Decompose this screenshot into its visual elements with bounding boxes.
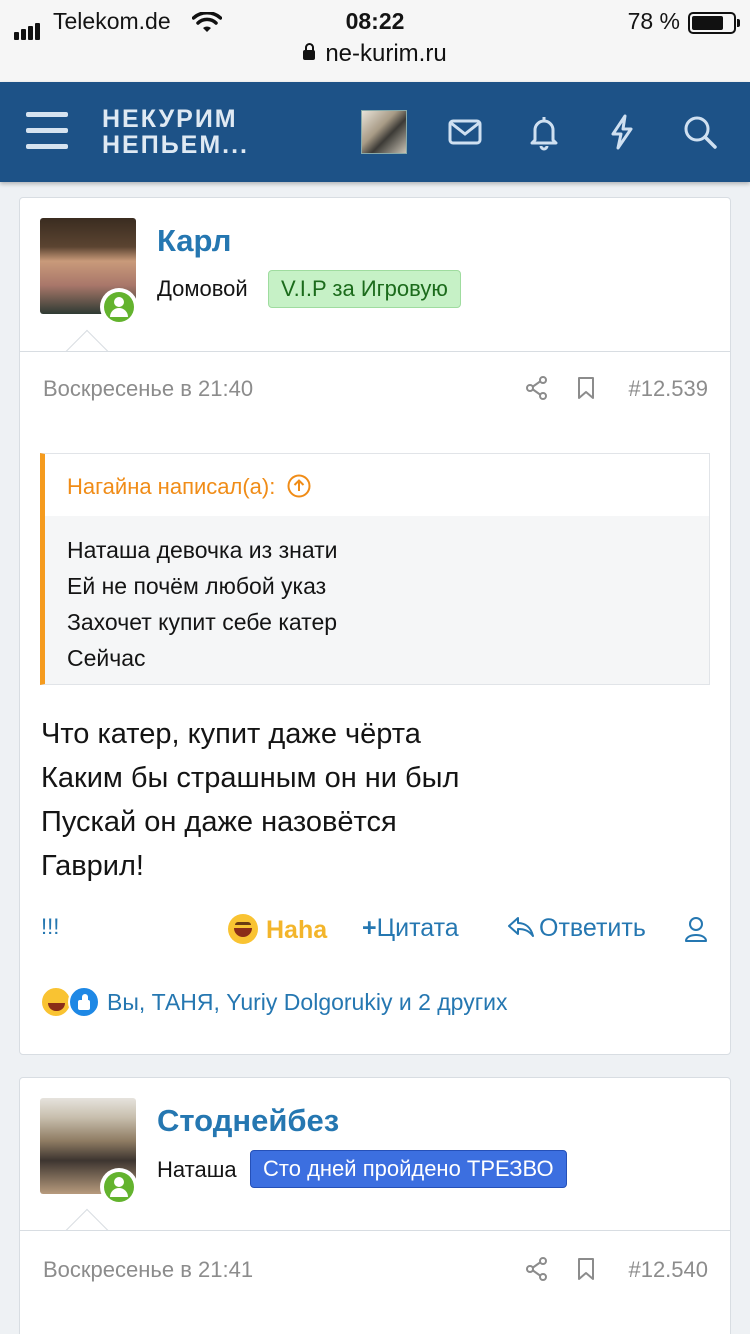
envelope-icon[interactable]: [445, 112, 485, 152]
quote-block: Нагайна написал(а): Наташа девочка из зн…: [40, 453, 710, 685]
post-message: Что катер, купит даже чёрта Каким бы стр…: [41, 712, 459, 888]
bell-icon[interactable]: [524, 112, 564, 152]
user-icon[interactable]: [684, 916, 708, 942]
quote-author[interactable]: Нагайна написал(а):: [67, 474, 311, 500]
post: Карл Домовой V.I.P за Игровую Воскресень…: [19, 197, 731, 1055]
reply-label: Ответить: [539, 914, 646, 942]
search-icon[interactable]: [680, 112, 720, 152]
arrow-up-circle-icon[interactable]: [287, 474, 311, 498]
message-line: Что катер, купит даже чёрта: [41, 718, 421, 750]
quote-line: Ей не почём любой указ: [67, 573, 327, 599]
quote-line: Захочет купит себе катер: [67, 609, 338, 635]
avatar[interactable]: [40, 218, 138, 326]
username[interactable]: Карл: [157, 223, 231, 259]
bookmark-icon[interactable]: [573, 1256, 599, 1282]
reaction-button[interactable]: Haha: [228, 914, 327, 945]
quote-line: Сейчас: [67, 645, 146, 671]
user-title: Наташа: [157, 1157, 237, 1182]
username[interactable]: Стоднейбез: [157, 1103, 339, 1139]
bolt-icon[interactable]: [602, 112, 642, 152]
logo-line-1: НЕКУРИМ: [102, 105, 238, 133]
plus-icon: +: [362, 914, 377, 942]
quote-button[interactable]: +Цитата: [362, 914, 459, 943]
battery-icon: [688, 12, 740, 34]
post-date[interactable]: Воскресенье в 21:41: [43, 1257, 253, 1283]
share-icon[interactable]: [524, 1256, 550, 1282]
reply-button[interactable]: Ответить: [507, 914, 646, 943]
user-banner: V.I.P за Игровую: [268, 270, 461, 308]
reactions-summary[interactable]: Вы, ТАНЯ, Yuriy Dolgorukiy и 2 других: [107, 989, 507, 1016]
battery-percent: 78 %: [627, 8, 680, 34]
post-number[interactable]: #12.539: [628, 376, 708, 402]
logo-line-2: НЕПЬЕМ...: [102, 131, 250, 159]
menu-icon[interactable]: [26, 112, 68, 150]
user-banner: Сто дней пройдено ТРЕЗВО: [250, 1150, 567, 1188]
user-title: Домовой: [157, 276, 248, 301]
online-status-icon: [100, 1168, 138, 1206]
quote-body: Наташа девочка из знати Ей не почём любо…: [67, 532, 338, 676]
message-line: Пускай он даже назовётся: [41, 806, 397, 838]
quote-author-text: Нагайна написал(а):: [67, 474, 276, 499]
avatar[interactable]: [40, 1098, 138, 1206]
haha-emoji-icon: [228, 914, 258, 944]
reply-icon: [508, 917, 534, 937]
post-actions: !!! Haha +Цитата Ответить: [20, 910, 730, 950]
user-avatar[interactable]: [361, 110, 407, 154]
message-line: Гаврил!: [41, 850, 144, 882]
quote-line: Наташа девочка из знати: [67, 537, 338, 563]
share-icon[interactable]: [524, 375, 550, 401]
url-bar[interactable]: ne-kurim.ru: [0, 40, 750, 68]
like-reaction-icon: [68, 986, 100, 1018]
status-bar: Telekom.de 08:22 78 % ne-kurim.ru: [0, 0, 750, 82]
reaction-label: Haha: [266, 916, 328, 944]
message-line: Каким бы страшным он ни был: [41, 762, 460, 794]
url-domain: ne-kurim.ru: [325, 40, 447, 67]
bookmark-icon[interactable]: [573, 375, 599, 401]
quote-label: Цитата: [376, 914, 459, 942]
online-status-icon: [100, 288, 138, 326]
lock-icon: [303, 43, 316, 60]
site-header: НЕКУРИМ НЕПЬЕМ...: [0, 82, 750, 182]
site-logo[interactable]: НЕКУРИМ НЕПЬЕМ...: [102, 106, 249, 158]
post-number[interactable]: #12.540: [628, 1257, 708, 1283]
post-date[interactable]: Воскресенье в 21:40: [43, 376, 253, 402]
post: Стоднейбез Наташа Сто дней пройдено ТРЕЗ…: [19, 1077, 731, 1334]
report-link[interactable]: !!!: [41, 914, 59, 940]
